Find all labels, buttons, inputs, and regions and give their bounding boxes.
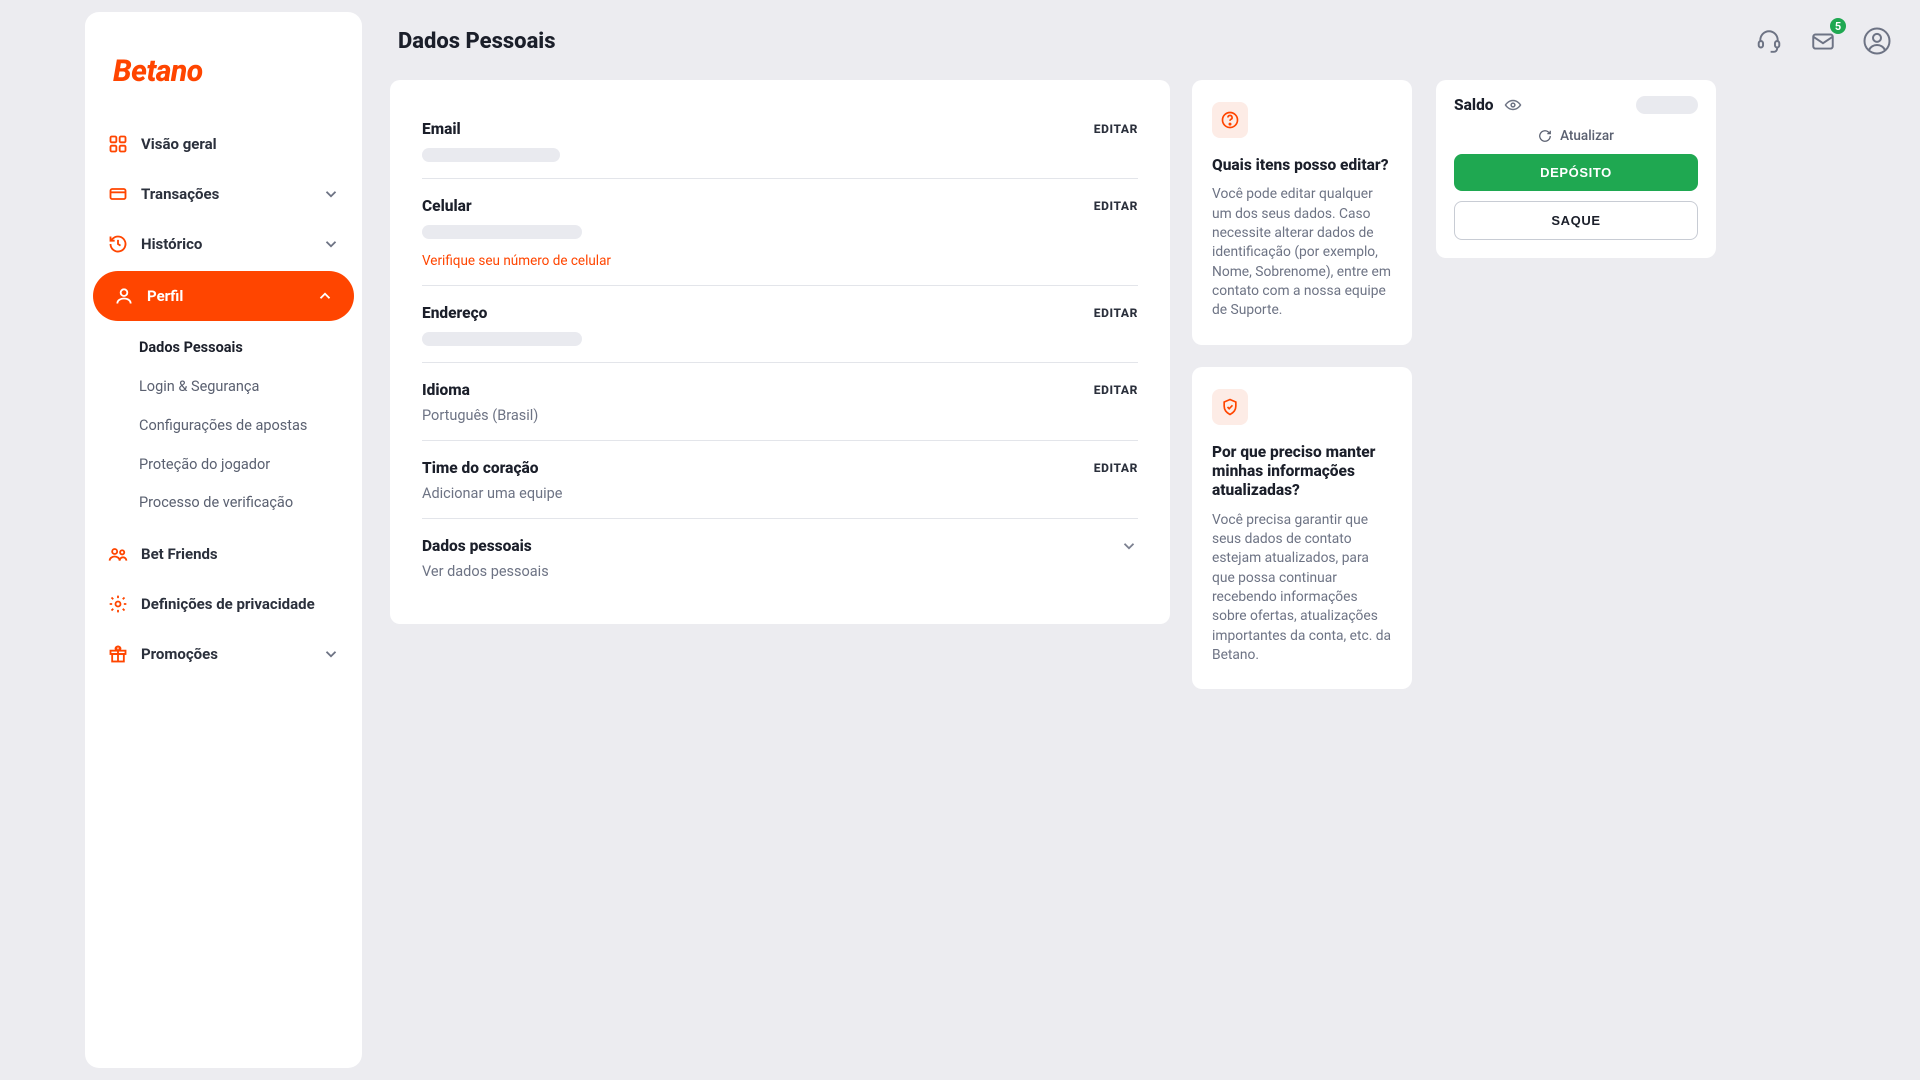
personal-data-panel: Email EDITAR Celular EDITAR Verifique se… [390,80,1170,624]
edit-email-button[interactable]: EDITAR [1094,122,1138,136]
field-address: Endereço EDITAR [422,286,1138,363]
info-card-why: Por que preciso manter minhas informaçõe… [1192,367,1412,690]
edit-team-button[interactable]: EDITAR [1094,461,1138,475]
subnav-verification[interactable]: Processo de verificação [85,484,362,523]
edit-phone-button[interactable]: EDITAR [1094,199,1138,213]
sidebar-item-overview[interactable]: Visão geral [85,119,362,169]
edit-language-button[interactable]: EDITAR [1094,383,1138,397]
field-title: Email [422,120,461,138]
sidebar-item-history[interactable]: Histórico [85,219,362,269]
sidebar-item-promotions[interactable]: Promoções [85,629,362,679]
gear-icon [107,593,129,615]
address-value-redacted [422,332,582,346]
field-team: Time do coração EDITAR Adicionar uma equ… [422,441,1138,519]
withdraw-button[interactable]: SAQUE [1454,201,1698,240]
field-title: Dados pessoais [422,537,532,555]
info-text: Você pode editar qualquer um dos seus da… [1212,185,1392,320]
main: Dados Pessoais 5 Email ED [362,0,1920,1080]
user-icon [113,285,135,307]
sidebar-item-label: Transações [141,185,219,203]
chevron-down-icon [1120,537,1138,555]
field-title: Celular [422,197,472,215]
info-card-edit: Quais itens posso editar? Você pode edit… [1192,80,1412,345]
field-personal-data: Dados pessoais Ver dados pessoais [422,519,1138,596]
expand-personal-data[interactable] [1120,537,1138,555]
sidebar-item-label: Promoções [141,645,218,663]
personal-data-value: Ver dados pessoais [422,563,1138,580]
sidebar-item-label: Visão geral [141,135,217,153]
sidebar-item-bet-friends[interactable]: Bet Friends [85,529,362,579]
mail-badge: 5 [1830,18,1846,34]
page-title: Dados Pessoais [398,29,556,54]
chevron-down-icon [322,235,340,253]
topbar: Dados Pessoais 5 [390,0,1902,80]
field-title: Endereço [422,304,487,322]
sidebar-item-label: Bet Friends [141,545,218,563]
info-column: Quais itens posso editar? Você pode edit… [1192,80,1412,689]
field-title: Idioma [422,381,470,399]
sidebar-item-label: Perfil [147,287,183,305]
topbar-icons: 5 [1754,26,1892,56]
history-icon [107,233,129,255]
email-value-redacted [422,148,560,162]
sidebar-item-profile[interactable]: Perfil [93,271,354,321]
info-title: Quais itens posso editar? [1212,156,1392,175]
field-title: Time do coração [422,459,539,477]
subnav-personal-data[interactable]: Dados Pessoais [85,329,362,368]
question-icon [1212,102,1248,138]
card-icon [107,183,129,205]
language-value: Português (Brasil) [422,407,1138,424]
sidebar-nav: Visão geral Transações Histórico [85,119,362,679]
shield-icon [1212,389,1248,425]
support-icon[interactable] [1754,26,1784,56]
sidebar-item-transactions[interactable]: Transações [85,169,362,219]
brand-logo[interactable]: Betano [85,32,362,119]
balance-label: Saldo [1454,96,1494,114]
chevron-down-icon [322,645,340,663]
mail-icon[interactable]: 5 [1808,26,1838,56]
team-value: Adicionar uma equipe [422,485,1138,502]
profile-subnav: Dados Pessoais Login & Segurança Configu… [85,323,362,529]
phone-value-redacted [422,225,582,239]
subnav-login-security[interactable]: Login & Segurança [85,368,362,407]
info-title: Por que preciso manter minhas informaçõe… [1212,443,1392,501]
field-phone: Celular EDITAR Verifique seu número de c… [422,179,1138,286]
sidebar-item-label: Histórico [141,235,202,253]
grid-icon [107,133,129,155]
edit-address-button[interactable]: EDITAR [1094,306,1138,320]
balance-value-redacted [1636,96,1698,114]
info-text: Você precisa garantir que seus dados de … [1212,511,1392,666]
chevron-down-icon [322,185,340,203]
subnav-bet-settings[interactable]: Configurações de apostas [85,407,362,446]
subnav-player-protection[interactable]: Proteção do jogador [85,446,362,485]
refresh-icon [1538,129,1552,143]
gift-icon [107,643,129,665]
friends-icon [107,543,129,565]
sidebar-item-privacy[interactable]: Definições de privacidade [85,579,362,629]
balance-column: Saldo Atualizar DEPÓSITO SAQUE [1436,80,1716,258]
deposit-button[interactable]: DEPÓSITO [1454,154,1698,191]
account-icon[interactable] [1862,26,1892,56]
eye-icon[interactable] [1504,96,1522,114]
chevron-up-icon [316,287,334,305]
phone-verify-warning[interactable]: Verifique seu número de celular [422,253,1138,269]
field-language: Idioma EDITAR Português (Brasil) [422,363,1138,441]
balance-card: Saldo Atualizar DEPÓSITO SAQUE [1436,80,1716,258]
refresh-balance[interactable]: Atualizar [1454,128,1698,144]
refresh-label: Atualizar [1560,128,1614,144]
sidebar-item-label: Definições de privacidade [141,595,315,613]
sidebar: Betano Visão geral Transações [85,12,362,1068]
field-email: Email EDITAR [422,102,1138,179]
content-row: Email EDITAR Celular EDITAR Verifique se… [390,80,1902,689]
